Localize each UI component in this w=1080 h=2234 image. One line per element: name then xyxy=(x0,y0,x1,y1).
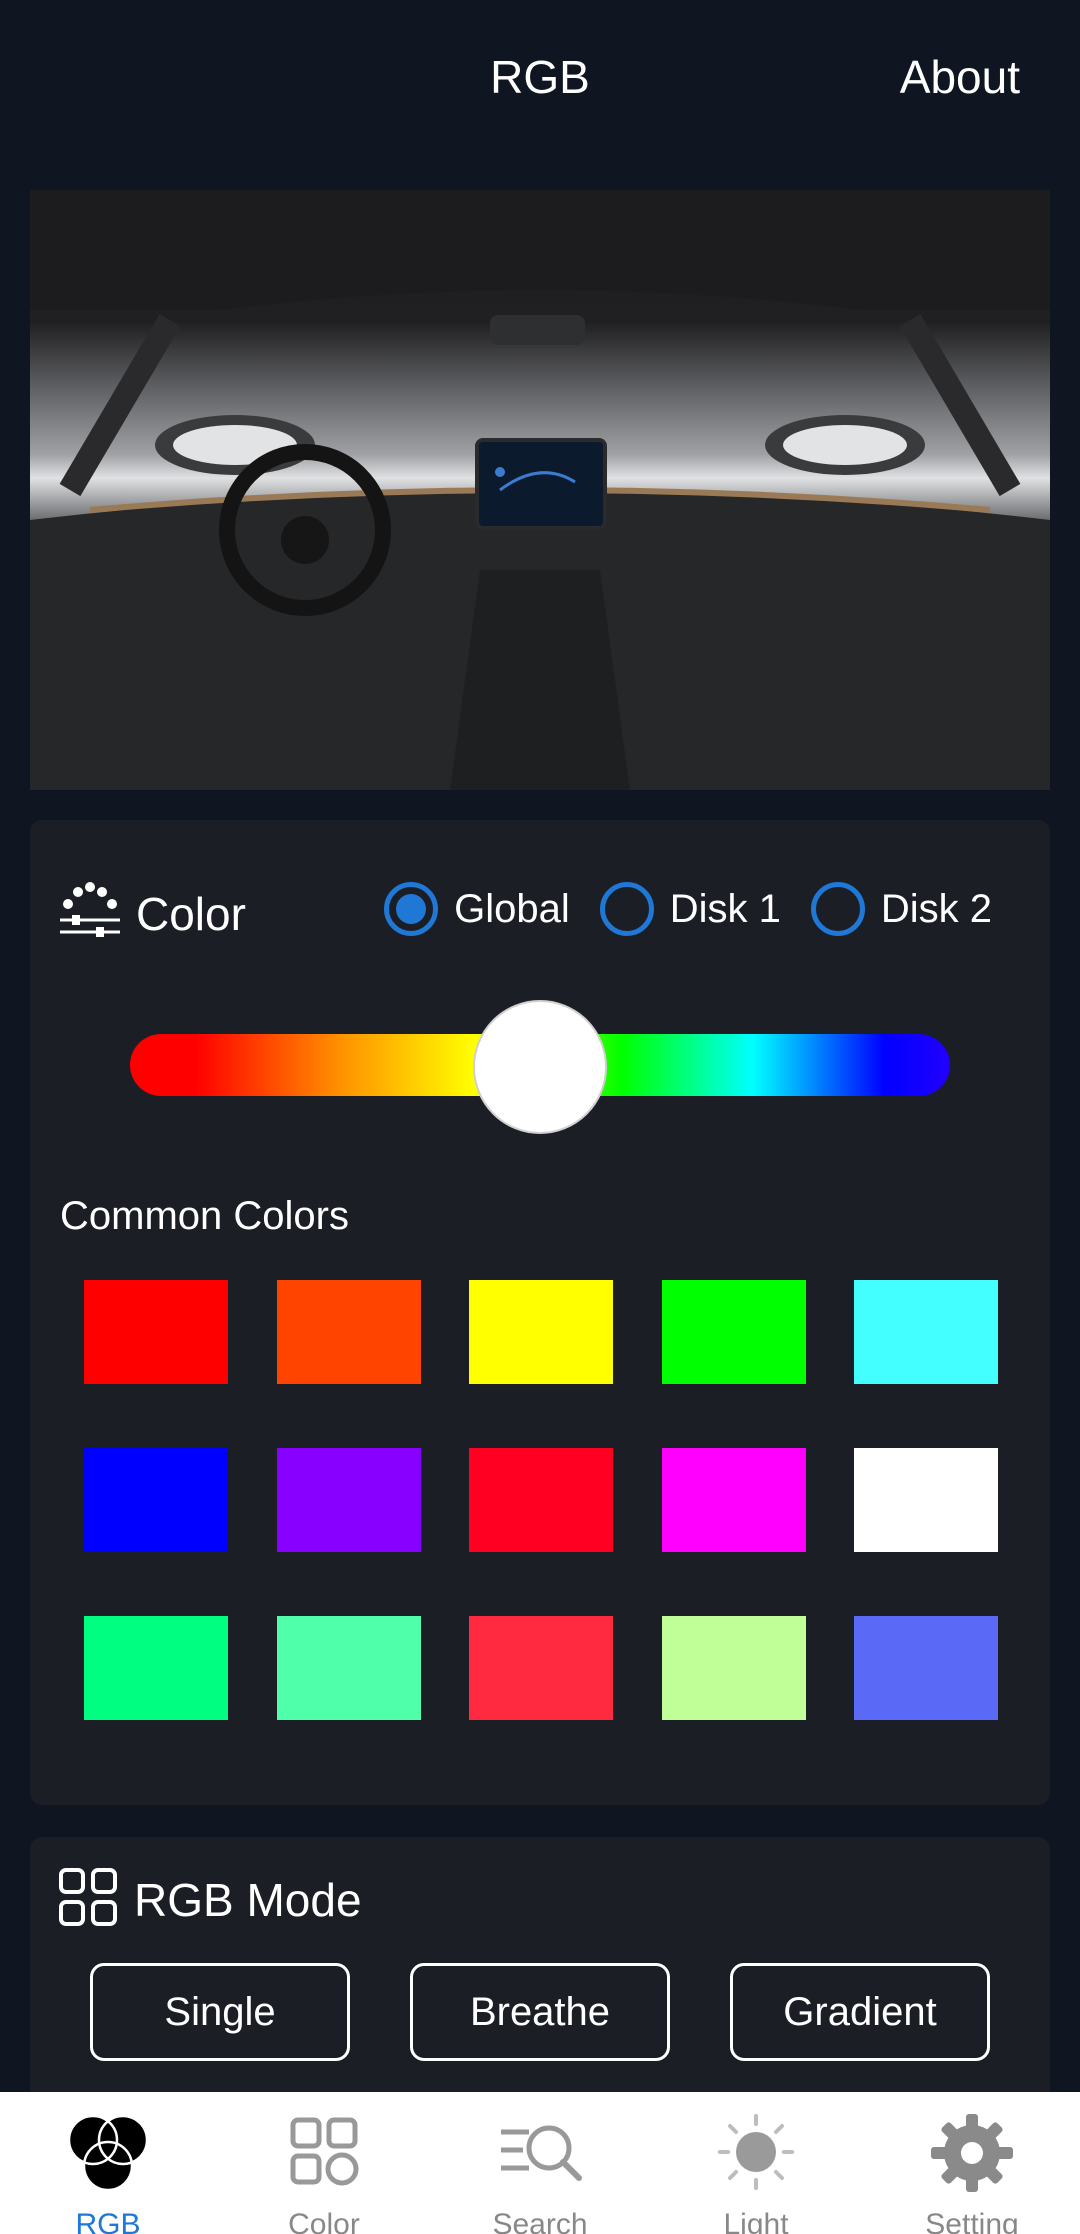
nav-label-search: Search xyxy=(492,2208,588,2234)
nav-item-light[interactable]: Light xyxy=(656,2092,856,2234)
color-swatch[interactable] xyxy=(469,1280,613,1384)
bottom-navigation: RGB Color Search Light Setting xyxy=(0,2092,1080,2234)
color-section-title: Color xyxy=(136,887,246,940)
nav-item-search[interactable]: Search xyxy=(440,2092,640,2234)
car-interior-image xyxy=(30,190,1050,790)
hue-slider[interactable] xyxy=(130,1000,950,1134)
color-swatch[interactable] xyxy=(661,1616,806,1720)
color-card: Color Global Disk 1 Disk 2 Common Colors xyxy=(30,820,1050,1805)
rgb-mode-title: RGB Mode xyxy=(134,1873,362,1926)
search-icon xyxy=(501,2125,582,2181)
color-swatch[interactable] xyxy=(854,1448,998,1552)
common-colors-grid xyxy=(84,1280,998,1784)
top-bar: RGB About xyxy=(0,0,1080,160)
color-swatch[interactable] xyxy=(661,1448,806,1552)
radio-label: Disk 1 xyxy=(669,886,781,931)
color-palette-icon xyxy=(58,882,122,945)
radio-global[interactable]: Global xyxy=(384,882,570,936)
rgb-circles-icon xyxy=(67,2114,149,2192)
car-dashboard-illustration xyxy=(30,190,1050,790)
color-swatch[interactable] xyxy=(854,1616,998,1720)
color-swatch[interactable] xyxy=(84,1448,228,1552)
radio-disk-1[interactable]: Disk 1 xyxy=(599,882,781,936)
gradient-mode-button[interactable]: Gradient xyxy=(730,1963,990,2061)
color-section-header: Color xyxy=(58,882,246,945)
app-root: RGB About Color Global Disk 1 Disk 2 Com… xyxy=(0,0,1080,2234)
nav-item-color[interactable]: Color xyxy=(224,2092,424,2234)
single-mode-button[interactable]: Single xyxy=(90,1963,350,2061)
gear-icon xyxy=(931,2114,1013,2192)
color-swatch[interactable] xyxy=(276,1280,421,1384)
radio-unselected-indicator xyxy=(810,882,865,936)
mode-button-group: Single Breathe Gradient xyxy=(90,1963,990,2061)
color-swatch[interactable] xyxy=(84,1616,228,1720)
rgb-mode-header: RGB Mode xyxy=(58,1867,362,1932)
sun-icon xyxy=(718,2114,794,2190)
color-swatch[interactable] xyxy=(276,1616,421,1720)
target-radio-group: Global Disk 1 Disk 2 xyxy=(354,882,992,936)
swatch-row xyxy=(84,1448,998,1552)
color-swatch[interactable] xyxy=(469,1448,613,1552)
radio-selected-indicator xyxy=(384,882,439,936)
nav-label-rgb: RGB xyxy=(75,2208,141,2234)
color-swatch[interactable] xyxy=(276,1448,421,1552)
color-swatch[interactable] xyxy=(469,1616,613,1720)
nav-label-color: Color xyxy=(288,2208,360,2234)
nav-item-rgb[interactable]: RGB xyxy=(8,2092,208,2234)
hue-slider-thumb[interactable] xyxy=(473,1000,607,1134)
swatch-row xyxy=(84,1616,998,1720)
radio-disk-2[interactable]: Disk 2 xyxy=(810,882,992,936)
swatch-row xyxy=(84,1280,998,1384)
radio-unselected-indicator xyxy=(599,882,654,936)
about-button[interactable]: About xyxy=(900,50,1020,104)
nav-item-setting[interactable]: Setting xyxy=(872,2092,1072,2234)
grid-icon xyxy=(290,2117,359,2186)
color-swatch[interactable] xyxy=(661,1280,806,1384)
breathe-mode-button[interactable]: Breathe xyxy=(410,1963,670,2061)
color-swatch[interactable] xyxy=(854,1280,998,1384)
nav-label-setting: Setting xyxy=(925,2208,1019,2234)
nav-label-light: Light xyxy=(723,2208,789,2234)
grid-icon xyxy=(58,1867,118,1932)
radio-label: Disk 2 xyxy=(880,886,992,931)
common-colors-label: Common Colors xyxy=(60,1194,349,1238)
color-swatch[interactable] xyxy=(84,1280,228,1384)
radio-label: Global xyxy=(454,886,570,931)
